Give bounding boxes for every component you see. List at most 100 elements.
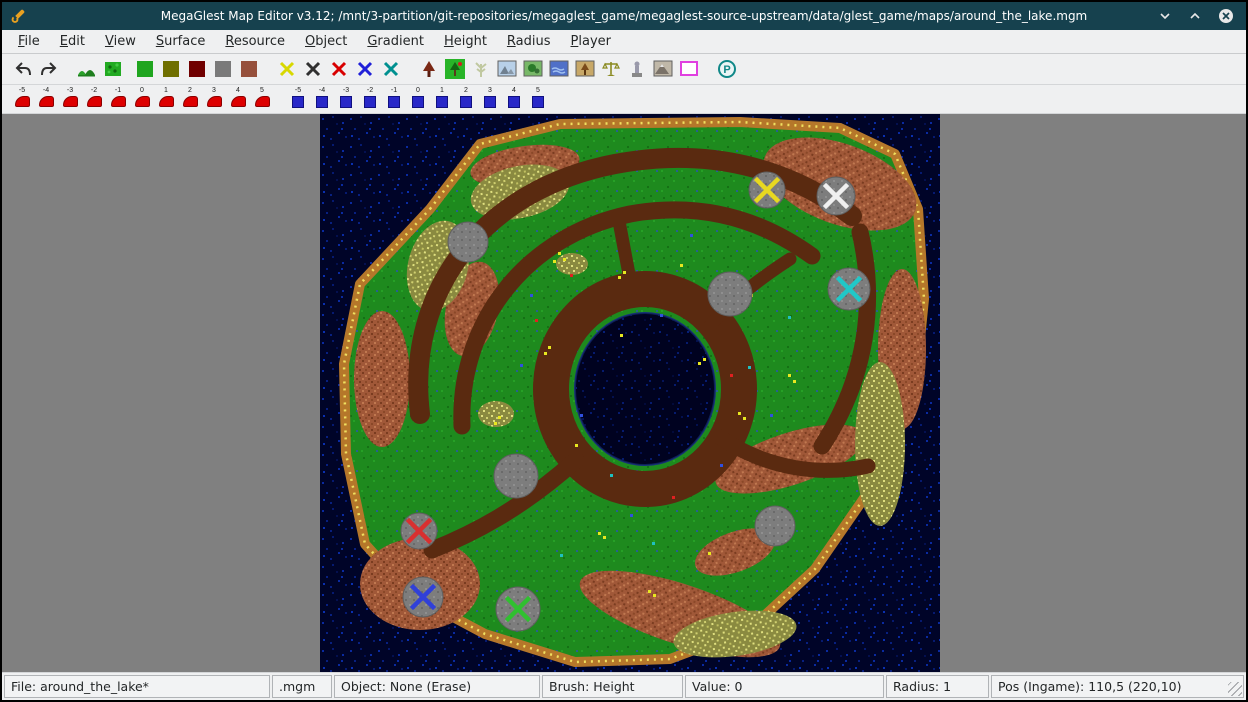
object-big-tree-icon[interactable] xyxy=(572,56,598,82)
grass-texture-icon[interactable] xyxy=(100,56,126,82)
app-wrench-icon[interactable] xyxy=(10,7,28,25)
height-brush-3[interactable]: 3 xyxy=(202,86,226,112)
gradient-brush-icon xyxy=(292,96,304,108)
gradient-brush-icon xyxy=(316,96,328,108)
object-mountain-icon[interactable] xyxy=(650,56,676,82)
maximize-button[interactable] xyxy=(1188,9,1202,23)
gradient-brush-icon xyxy=(484,96,496,108)
editor-canvas[interactable] xyxy=(2,114,1246,672)
gradient-brush-icon xyxy=(508,96,520,108)
object-stone-picture-icon[interactable] xyxy=(494,56,520,82)
gradient-brush--4[interactable]: -4 xyxy=(310,86,334,112)
player-start-button[interactable]: P xyxy=(714,56,740,82)
object-grass-picture-icon[interactable] xyxy=(520,56,546,82)
app-window: MegaGlest Map Editor v3.12; /mnt/3-parti… xyxy=(0,0,1248,702)
surface-swatch-road[interactable] xyxy=(184,56,210,82)
radius-1-button[interactable] xyxy=(562,86,584,112)
surface-swatch-stone[interactable] xyxy=(210,56,236,82)
height-brush--5[interactable]: -5 xyxy=(10,86,34,112)
surface-swatch-grass[interactable] xyxy=(132,56,158,82)
height-brush--4[interactable]: -4 xyxy=(34,86,58,112)
gradient-brush--5[interactable]: -5 xyxy=(286,86,310,112)
height-brush-2[interactable]: 2 xyxy=(178,86,202,112)
surface-swatch-secondary-grass[interactable] xyxy=(158,56,184,82)
resource-cross-gold[interactable] xyxy=(274,56,300,82)
menu-height[interactable]: Height xyxy=(434,30,497,53)
height-brush-0[interactable]: 0 xyxy=(130,86,154,112)
menu-object[interactable]: Object xyxy=(295,30,357,53)
central-lake xyxy=(575,313,715,465)
close-button[interactable] xyxy=(1218,8,1234,24)
gradient-brush-0[interactable]: 0 xyxy=(406,86,430,112)
surface-swatch-ground[interactable] xyxy=(236,56,262,82)
height-brush-icon xyxy=(135,96,150,107)
radius-8-button[interactable] xyxy=(716,86,738,112)
undo-button[interactable] xyxy=(10,56,36,82)
menu-gradient[interactable]: Gradient xyxy=(357,30,434,53)
statusbar: File: around_the_lake* .mgm Object: None… xyxy=(2,672,1246,700)
gradient-brush-4[interactable]: 4 xyxy=(502,86,526,112)
object-none-erase-icon[interactable] xyxy=(676,56,702,82)
resize-grip[interactable] xyxy=(1228,682,1242,696)
height-brush-icon xyxy=(207,96,222,107)
gradient-brush-5[interactable]: 5 xyxy=(526,86,550,112)
gradient-brush-icon xyxy=(364,96,376,108)
height-brush--1[interactable]: -1 xyxy=(106,86,130,112)
gradient-brush--3[interactable]: -3 xyxy=(334,86,358,112)
height-brush-icon xyxy=(63,96,78,107)
height-brush-icon xyxy=(111,96,126,107)
height-brush-1[interactable]: 1 xyxy=(154,86,178,112)
redo-button[interactable] xyxy=(36,56,62,82)
status-radius: Radius: 1 xyxy=(886,675,989,698)
menu-resource[interactable]: Resource xyxy=(215,30,295,53)
object-bush-icon[interactable] xyxy=(442,56,468,82)
gradient-brush-icon xyxy=(460,96,472,108)
map-around-the-lake[interactable] xyxy=(320,114,940,672)
menubar: File Edit View Surface Resource Object G… xyxy=(2,30,1246,54)
resource-cross-stone[interactable] xyxy=(300,56,326,82)
resource-cross-custom-blue[interactable] xyxy=(352,56,378,82)
object-statue-icon[interactable] xyxy=(624,56,650,82)
gradient-brush--2[interactable]: -2 xyxy=(358,86,382,112)
height-brush-icon xyxy=(15,96,30,107)
height-brush-4[interactable]: 4 xyxy=(226,86,250,112)
menu-edit[interactable]: Edit xyxy=(50,30,95,53)
radius-5-button[interactable] xyxy=(650,86,672,112)
window-title: MegaGlest Map Editor v3.12; /mnt/3-parti… xyxy=(2,9,1246,23)
menu-radius[interactable]: Radius xyxy=(497,30,561,53)
minimize-button[interactable] xyxy=(1158,9,1172,23)
menu-file[interactable]: File xyxy=(8,30,50,53)
main-toolbar: P xyxy=(2,54,1246,85)
radius-7-button[interactable] xyxy=(694,86,716,112)
radius-6-button[interactable] xyxy=(672,86,694,112)
gradient-brush-2[interactable]: 2 xyxy=(454,86,478,112)
resource-cross-custom-red[interactable] xyxy=(326,56,352,82)
map-view[interactable] xyxy=(320,114,940,672)
height-brush-icon xyxy=(39,96,54,107)
radius-4-button[interactable] xyxy=(628,86,650,112)
player-start-letter: P xyxy=(723,64,730,76)
grass-hills-icon[interactable] xyxy=(74,56,100,82)
height-brush-icon xyxy=(231,96,246,107)
height-brush--3[interactable]: -3 xyxy=(58,86,82,112)
status-object: Object: None (Erase) xyxy=(334,675,540,698)
height-brush-5[interactable]: 5 xyxy=(250,86,274,112)
gradient-brush-icon xyxy=(412,96,424,108)
radius-9-button[interactable] xyxy=(738,86,760,112)
object-water-object-icon[interactable] xyxy=(546,56,572,82)
menu-view[interactable]: View xyxy=(95,30,146,53)
object-dead-tree-icon[interactable] xyxy=(468,56,494,82)
menu-player[interactable]: Player xyxy=(561,30,621,53)
gradient-brush-3[interactable]: 3 xyxy=(478,86,502,112)
height-brush--2[interactable]: -2 xyxy=(82,86,106,112)
object-tree-icon[interactable] xyxy=(416,56,442,82)
status-position: Pos (Ingame): 110,5 (220,10) xyxy=(991,675,1244,698)
gradient-brush-1[interactable]: 1 xyxy=(430,86,454,112)
menu-surface[interactable]: Surface xyxy=(146,30,216,53)
gradient-brush--1[interactable]: -1 xyxy=(382,86,406,112)
resource-cross-custom-teal[interactable] xyxy=(378,56,404,82)
object-scales-icon[interactable] xyxy=(598,56,624,82)
radius-2-button[interactable] xyxy=(584,86,606,112)
radius-3-button[interactable] xyxy=(606,86,628,112)
titlebar: MegaGlest Map Editor v3.12; /mnt/3-parti… xyxy=(2,2,1246,30)
